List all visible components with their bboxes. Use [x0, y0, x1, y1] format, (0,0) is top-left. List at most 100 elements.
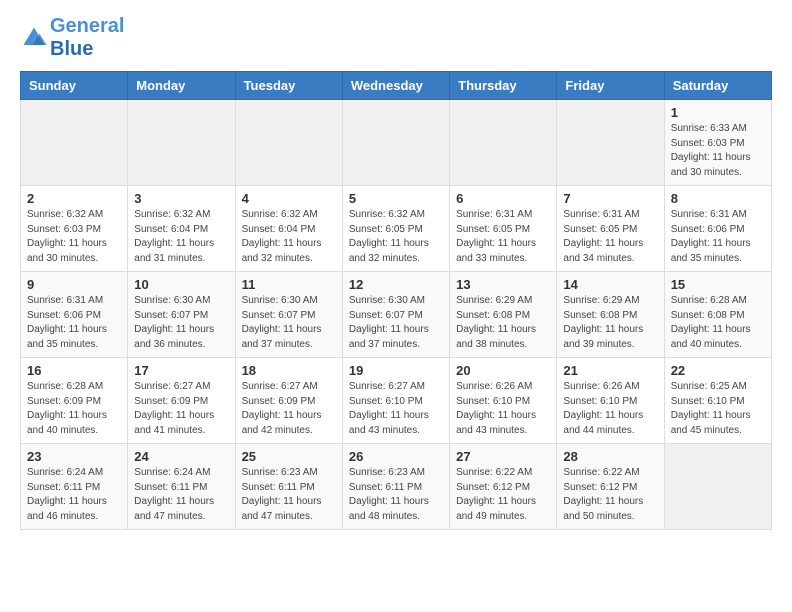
day-info: Sunrise: 6:24 AM Sunset: 6:11 PM Dayligh…	[134, 466, 228, 524]
day-info: Sunrise: 6:29 AM Sunset: 6:08 PM Dayligh…	[456, 294, 550, 352]
day-info: Sunrise: 6:22 AM Sunset: 6:12 PM Dayligh…	[563, 466, 657, 524]
day-cell: 14 Sunrise: 6:29 AM Sunset: 6:08 PM Dayli…	[557, 272, 664, 358]
day-cell: 2Sunrise: 6:32 AM Sunset: 6:03 PM Daylig…	[21, 186, 128, 272]
header-cell-wednesday: Wednesday	[342, 72, 449, 100]
day-info: Sunrise: 6:31 AM Sunset: 6:05 PM Dayligh…	[563, 208, 657, 266]
day-info: Sunrise: 6:31 AM Sunset: 6:05 PM Dayligh…	[456, 208, 550, 266]
day-number: 12	[349, 277, 443, 292]
day-cell: 28Sunrise: 6:22 AM Sunset: 6:12 PM Dayli…	[557, 444, 664, 530]
day-cell: 6 Sunrise: 6:31 AM Sunset: 6:05 PM Daylig…	[450, 186, 557, 272]
day-number: 17	[134, 363, 228, 378]
day-info: Sunrise: 6:30 AM Sunset: 6:07 PM Dayligh…	[349, 294, 443, 352]
week-row-2: 2Sunrise: 6:32 AM Sunset: 6:03 PM Daylig…	[21, 186, 772, 272]
day-number: 16	[27, 363, 121, 378]
day-info: Sunrise: 6:32 AM Sunset: 6:04 PM Dayligh…	[242, 208, 336, 266]
day-info: Sunrise: 6:26 AM Sunset: 6:10 PM Dayligh…	[456, 380, 550, 438]
day-cell: 9Sunrise: 6:31 AM Sunset: 6:06 PM Daylig…	[21, 272, 128, 358]
day-info: Sunrise: 6:24 AM Sunset: 6:11 PM Dayligh…	[27, 466, 121, 524]
day-info: Sunrise: 6:22 AM Sunset: 6:12 PM Dayligh…	[456, 466, 550, 524]
day-number: 10	[134, 277, 228, 292]
logo-text: General Blue	[50, 15, 124, 61]
day-cell	[128, 100, 235, 186]
day-info: Sunrise: 6:31 AM Sunset: 6:06 PM Dayligh…	[671, 208, 765, 266]
day-number: 6	[456, 191, 550, 206]
day-cell: 8 Sunrise: 6:31 AM Sunset: 6:06 PM Daylig…	[664, 186, 771, 272]
day-cell: 16Sunrise: 6:28 AM Sunset: 6:09 PM Dayli…	[21, 358, 128, 444]
day-number: 23	[27, 449, 121, 464]
day-cell: 26 Sunrise: 6:23 AM Sunset: 6:11 PM Dayli…	[342, 444, 449, 530]
day-cell	[557, 100, 664, 186]
week-row-5: 23 Sunrise: 6:24 AM Sunset: 6:11 PM Dayli…	[21, 444, 772, 530]
page-container: General Blue SundayMondayTuesdayWednesda…	[0, 0, 792, 545]
logo-icon	[20, 24, 48, 52]
day-info: Sunrise: 6:30 AM Sunset: 6:07 PM Dayligh…	[242, 294, 336, 352]
header-cell-thursday: Thursday	[450, 72, 557, 100]
day-cell: 21 Sunrise: 6:26 AM Sunset: 6:10 PM Dayli…	[557, 358, 664, 444]
day-number: 15	[671, 277, 765, 292]
day-number: 22	[671, 363, 765, 378]
day-cell	[235, 100, 342, 186]
calendar-body: 1 Sunrise: 6:33 AM Sunset: 6:03 PM Daylig…	[21, 100, 772, 530]
day-info: Sunrise: 6:33 AM Sunset: 6:03 PM Dayligh…	[671, 122, 765, 180]
day-number: 20	[456, 363, 550, 378]
day-info: Sunrise: 6:27 AM Sunset: 6:09 PM Dayligh…	[242, 380, 336, 438]
day-number: 26	[349, 449, 443, 464]
day-number: 7	[563, 191, 657, 206]
day-info: Sunrise: 6:26 AM Sunset: 6:10 PM Dayligh…	[563, 380, 657, 438]
day-cell: 10Sunrise: 6:30 AM Sunset: 6:07 PM Dayli…	[128, 272, 235, 358]
day-cell: 3 Sunrise: 6:32 AM Sunset: 6:04 PM Daylig…	[128, 186, 235, 272]
day-number: 8	[671, 191, 765, 206]
day-number: 11	[242, 277, 336, 292]
day-cell: 25 Sunrise: 6:23 AM Sunset: 6:11 PM Dayli…	[235, 444, 342, 530]
day-cell: 4 Sunrise: 6:32 AM Sunset: 6:04 PM Daylig…	[235, 186, 342, 272]
week-row-3: 9Sunrise: 6:31 AM Sunset: 6:06 PM Daylig…	[21, 272, 772, 358]
day-number: 25	[242, 449, 336, 464]
day-number: 14	[563, 277, 657, 292]
day-number: 21	[563, 363, 657, 378]
day-number: 4	[242, 191, 336, 206]
header-cell-sunday: Sunday	[21, 72, 128, 100]
day-info: Sunrise: 6:23 AM Sunset: 6:11 PM Dayligh…	[242, 466, 336, 524]
header-row: SundayMondayTuesdayWednesdayThursdayFrid…	[21, 72, 772, 100]
day-info: Sunrise: 6:25 AM Sunset: 6:10 PM Dayligh…	[671, 380, 765, 438]
header: General Blue	[20, 15, 772, 61]
day-cell	[450, 100, 557, 186]
day-cell: 15 Sunrise: 6:28 AM Sunset: 6:08 PM Dayli…	[664, 272, 771, 358]
day-info: Sunrise: 6:27 AM Sunset: 6:09 PM Dayligh…	[134, 380, 228, 438]
day-cell: 20 Sunrise: 6:26 AM Sunset: 6:10 PM Dayli…	[450, 358, 557, 444]
day-number: 5	[349, 191, 443, 206]
day-cell: 1 Sunrise: 6:33 AM Sunset: 6:03 PM Daylig…	[664, 100, 771, 186]
day-info: Sunrise: 6:32 AM Sunset: 6:04 PM Dayligh…	[134, 208, 228, 266]
day-cell: 24 Sunrise: 6:24 AM Sunset: 6:11 PM Dayli…	[128, 444, 235, 530]
day-number: 24	[134, 449, 228, 464]
day-number: 27	[456, 449, 550, 464]
day-number: 19	[349, 363, 443, 378]
day-info: Sunrise: 6:29 AM Sunset: 6:08 PM Dayligh…	[563, 294, 657, 352]
calendar-table: SundayMondayTuesdayWednesdayThursdayFrid…	[20, 71, 772, 530]
day-cell	[21, 100, 128, 186]
calendar-header: SundayMondayTuesdayWednesdayThursdayFrid…	[21, 72, 772, 100]
week-row-4: 16Sunrise: 6:28 AM Sunset: 6:09 PM Dayli…	[21, 358, 772, 444]
header-cell-monday: Monday	[128, 72, 235, 100]
header-cell-friday: Friday	[557, 72, 664, 100]
header-cell-tuesday: Tuesday	[235, 72, 342, 100]
day-info: Sunrise: 6:27 AM Sunset: 6:10 PM Dayligh…	[349, 380, 443, 438]
day-number: 9	[27, 277, 121, 292]
day-info: Sunrise: 6:32 AM Sunset: 6:05 PM Dayligh…	[349, 208, 443, 266]
day-number: 18	[242, 363, 336, 378]
week-row-1: 1 Sunrise: 6:33 AM Sunset: 6:03 PM Daylig…	[21, 100, 772, 186]
day-info: Sunrise: 6:32 AM Sunset: 6:03 PM Dayligh…	[27, 208, 121, 266]
day-cell	[664, 444, 771, 530]
day-cell: 13 Sunrise: 6:29 AM Sunset: 6:08 PM Dayli…	[450, 272, 557, 358]
day-cell: 7 Sunrise: 6:31 AM Sunset: 6:05 PM Daylig…	[557, 186, 664, 272]
logo: General Blue	[20, 15, 124, 61]
day-cell: 17 Sunrise: 6:27 AM Sunset: 6:09 PM Dayli…	[128, 358, 235, 444]
day-number: 1	[671, 105, 765, 120]
day-info: Sunrise: 6:28 AM Sunset: 6:08 PM Dayligh…	[671, 294, 765, 352]
day-info: Sunrise: 6:23 AM Sunset: 6:11 PM Dayligh…	[349, 466, 443, 524]
day-number: 13	[456, 277, 550, 292]
day-cell: 27 Sunrise: 6:22 AM Sunset: 6:12 PM Dayli…	[450, 444, 557, 530]
header-cell-saturday: Saturday	[664, 72, 771, 100]
day-cell	[342, 100, 449, 186]
day-number: 3	[134, 191, 228, 206]
